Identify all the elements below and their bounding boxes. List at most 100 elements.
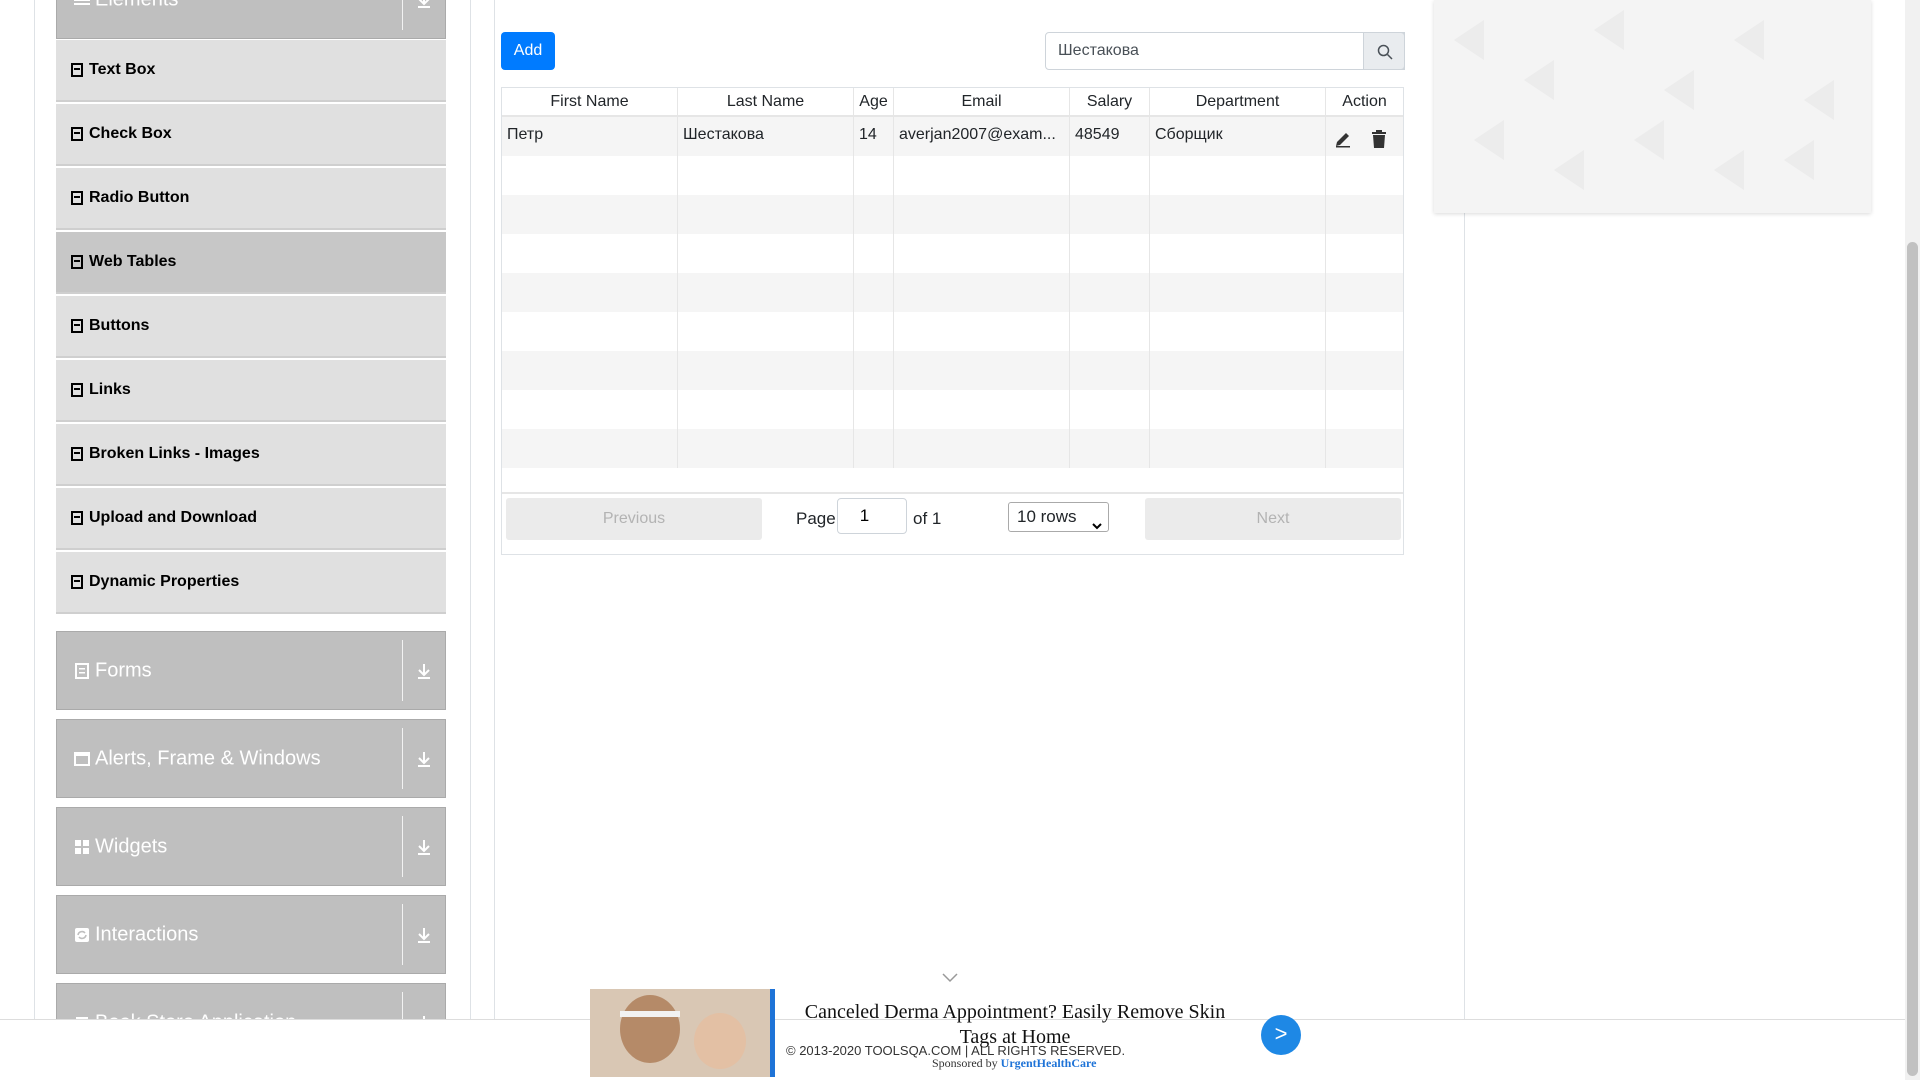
sidebar-item-label: Broken Links - Images bbox=[89, 445, 260, 462]
sidebar-item-label: Buttons bbox=[89, 317, 150, 334]
sidebar-item-radio-button[interactable]: Radio Button bbox=[56, 168, 446, 230]
cell-salary: 48549 bbox=[1070, 117, 1150, 156]
table-row bbox=[502, 273, 1403, 312]
divider bbox=[402, 728, 403, 789]
column-header-age[interactable]: Age bbox=[854, 88, 894, 115]
web-table: First Name Last Name Age Email Salary De… bbox=[501, 87, 1404, 555]
rows-per-page-value: 10 rows bbox=[1017, 507, 1077, 526]
search-button[interactable] bbox=[1363, 32, 1405, 70]
widgets-icon bbox=[74, 839, 90, 855]
list-icon bbox=[71, 191, 83, 205]
download-icon[interactable] bbox=[414, 749, 434, 769]
ad-banner[interactable] bbox=[1434, 0, 1871, 213]
cell bbox=[894, 312, 1070, 351]
cell bbox=[854, 195, 894, 234]
cell bbox=[1070, 234, 1150, 273]
search-input[interactable] bbox=[1045, 32, 1405, 70]
previous-button[interactable]: Previous bbox=[506, 498, 762, 540]
cell bbox=[678, 156, 854, 195]
cell bbox=[854, 429, 894, 468]
group-header-forms[interactable]: Forms bbox=[56, 631, 446, 710]
download-icon[interactable] bbox=[414, 925, 434, 945]
group-header-alerts[interactable]: Alerts, Frame & Windows bbox=[56, 719, 446, 798]
list-icon bbox=[71, 127, 83, 141]
scrollbar-thumb[interactable] bbox=[1907, 242, 1918, 1076]
list-icon bbox=[71, 319, 83, 333]
cell bbox=[502, 390, 678, 429]
sidebar-item-buttons[interactable]: Buttons bbox=[56, 296, 446, 358]
sidebar-item-links[interactable]: Links bbox=[56, 360, 446, 422]
list-icon bbox=[71, 447, 83, 461]
ad-sponsor-line: Sponsored by UrgentHealthCare bbox=[932, 1056, 1096, 1071]
cell bbox=[854, 273, 894, 312]
document-icon bbox=[74, 662, 90, 679]
ad-go-button[interactable]: > bbox=[1261, 1015, 1301, 1055]
group-header-widgets[interactable]: Widgets bbox=[56, 807, 446, 886]
column-header-salary[interactable]: Salary bbox=[1070, 88, 1150, 115]
cell bbox=[1150, 156, 1326, 195]
list-icon bbox=[71, 511, 83, 525]
cell bbox=[678, 273, 854, 312]
sync-icon bbox=[74, 927, 90, 943]
table-row bbox=[502, 390, 1403, 429]
group-title: Widgets bbox=[95, 835, 168, 857]
group-title: Alerts, Frame & Windows bbox=[95, 747, 321, 769]
cell bbox=[502, 234, 678, 273]
sponsor-name[interactable]: UrgentHealthCare bbox=[1001, 1056, 1097, 1070]
group-title: Elements bbox=[95, 0, 178, 11]
cell bbox=[1150, 234, 1326, 273]
chevron-down-icon[interactable] bbox=[942, 970, 958, 983]
table-row bbox=[502, 312, 1403, 351]
column-header-last-name[interactable]: Last Name bbox=[678, 88, 854, 115]
divider bbox=[402, 640, 403, 701]
sidebar-item-label: Web Tables bbox=[89, 253, 177, 270]
cell bbox=[854, 156, 894, 195]
cell bbox=[1070, 351, 1150, 390]
chevron-down-icon bbox=[1092, 512, 1102, 540]
rows-per-page-select[interactable]: 10 rows bbox=[1008, 502, 1109, 532]
cell-email: averjan2007@exam... bbox=[894, 117, 1070, 156]
cell bbox=[502, 273, 678, 312]
content-divider bbox=[494, 0, 495, 1080]
delete-icon[interactable] bbox=[1371, 126, 1387, 156]
cell bbox=[894, 351, 1070, 390]
sidebar-item-broken-links[interactable]: Broken Links - Images bbox=[56, 424, 446, 486]
sidebar-item-upload-download[interactable]: Upload and Download bbox=[56, 488, 446, 550]
download-icon[interactable] bbox=[414, 837, 434, 857]
cell bbox=[854, 351, 894, 390]
cell bbox=[502, 195, 678, 234]
sidebar-item-check-box[interactable]: Check Box bbox=[56, 104, 446, 166]
sidebar-item-web-tables[interactable]: Web Tables bbox=[56, 232, 446, 294]
column-header-email[interactable]: Email bbox=[894, 88, 1070, 115]
cell bbox=[502, 312, 678, 351]
group-header-interactions[interactable]: Interactions bbox=[56, 895, 446, 974]
column-header-first-name[interactable]: First Name bbox=[502, 88, 678, 115]
cell bbox=[1070, 390, 1150, 429]
cell bbox=[678, 195, 854, 234]
pagination-bar: Previous Page of 1 10 rows Next bbox=[502, 492, 1403, 554]
search-icon bbox=[1377, 44, 1393, 65]
edit-icon[interactable] bbox=[1334, 126, 1352, 156]
page-number-input[interactable] bbox=[837, 498, 907, 534]
cell bbox=[1070, 273, 1150, 312]
next-button[interactable]: Next bbox=[1145, 498, 1401, 540]
add-button[interactable]: Add bbox=[501, 32, 555, 70]
sidebar-item-text-box[interactable]: Text Box bbox=[56, 40, 446, 102]
cell bbox=[1070, 195, 1150, 234]
cell bbox=[502, 156, 678, 195]
column-header-department[interactable]: Department bbox=[1150, 88, 1326, 115]
cell bbox=[894, 195, 1070, 234]
cell-age: 14 bbox=[854, 117, 894, 156]
sidebar-item-dynamic-properties[interactable]: Dynamic Properties bbox=[56, 552, 446, 614]
divider bbox=[402, 904, 403, 965]
ad-image[interactable] bbox=[590, 989, 774, 1077]
cell bbox=[1150, 273, 1326, 312]
group-header-elements[interactable]: Elements bbox=[56, 0, 446, 39]
collapse-icon[interactable] bbox=[414, 0, 434, 10]
download-icon[interactable] bbox=[414, 661, 434, 681]
cell bbox=[854, 234, 894, 273]
table-row: Петр Шестакова 14 averjan2007@exam... 48… bbox=[502, 117, 1403, 156]
cell bbox=[894, 273, 1070, 312]
cell-last-name: Шестакова bbox=[678, 117, 854, 156]
ad-headline[interactable]: Canceled Derma Appointment? Easily Remov… bbox=[800, 1000, 1230, 1050]
